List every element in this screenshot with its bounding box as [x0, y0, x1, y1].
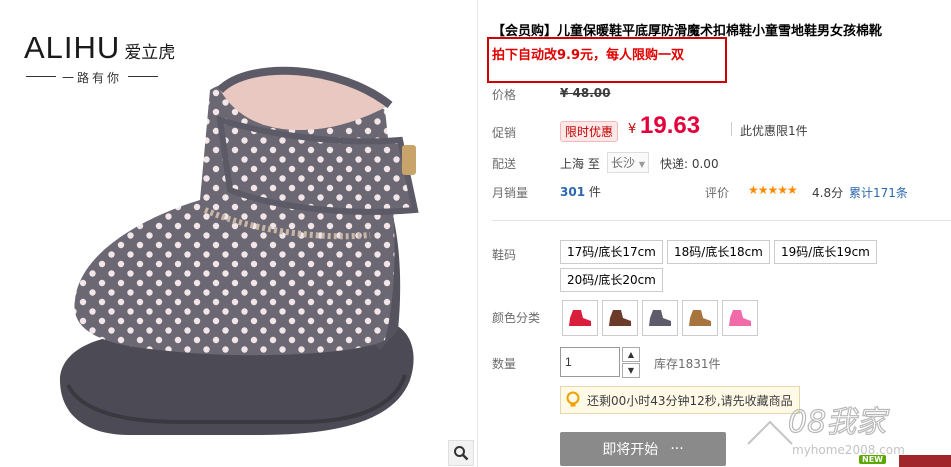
quantity-input[interactable]: [560, 347, 620, 377]
coming-soon-dots: ···: [670, 441, 684, 457]
quantity-increment-button[interactable]: ▲: [622, 347, 640, 362]
quantity-label: 数量: [492, 357, 517, 371]
size-option-17[interactable]: 17码/底长17cm: [560, 240, 663, 264]
stock-count: 库存1831件: [654, 357, 721, 371]
currency-symbol: ¥: [628, 122, 637, 137]
color-swatch-gray[interactable]: [642, 300, 678, 336]
ship-from-city: 上海 至: [560, 157, 600, 171]
color-swatch-brown[interactable]: [602, 300, 638, 336]
rating-stars-icon: ★★★★★: [748, 183, 798, 197]
color-swatch-tan[interactable]: [682, 300, 718, 336]
size-label: 鞋码: [492, 248, 517, 262]
monthly-sales-unit: 件: [588, 185, 601, 199]
rating-score: 4.8分: [812, 186, 844, 200]
promo-notice-box: 拍下自动改9.9元，每人限购一双: [487, 37, 727, 83]
product-image-panel: ALIHU 爱立虎 一路有你: [0, 0, 478, 467]
promotion-price: 19.63: [640, 112, 701, 139]
original-price: ¥ 48.00: [560, 86, 611, 100]
product-info-panel: 【会员购】儿童保暖鞋平底厚防滑魔术扣棉鞋小童雪地鞋男女孩棉靴 拍下自动改9.9元…: [487, 0, 951, 467]
watermark-text: 08我家: [788, 405, 890, 440]
price-divider: [731, 122, 732, 136]
monthly-sales-count: 301: [560, 185, 586, 199]
countdown-notice: 还剩00小时43分钟12秒,请先收藏商品: [560, 386, 800, 414]
monthly-sales: 301 件: [560, 183, 601, 200]
cart-button-edge[interactable]: [899, 455, 951, 467]
promo-notice-text: 拍下自动改9.9元，每人限购一双: [492, 48, 685, 63]
red-boot-icon: [569, 310, 591, 326]
section-divider: [492, 220, 951, 221]
monthly-sales-label: 月销量: [492, 186, 529, 200]
shipping-label: 配送: [492, 157, 517, 171]
magnifier-icon: [454, 446, 469, 461]
price-label: 价格: [492, 88, 517, 102]
offer-limit-note: 此优惠限1件: [740, 124, 808, 138]
watermark-url: myhome2008.com: [792, 443, 905, 457]
lightbulb-icon: [566, 391, 580, 407]
coming-soon-button[interactable]: 即将开始 ···: [560, 432, 726, 466]
limited-offer-badge: 限时优惠: [560, 121, 619, 142]
size-option-18[interactable]: 18码/底长18cm: [667, 240, 770, 264]
color-label: 颜色分类: [492, 311, 541, 325]
coming-soon-label: 即将开始: [602, 442, 659, 458]
color-swatch-red[interactable]: [562, 300, 598, 336]
zoom-button[interactable]: [448, 440, 474, 466]
gray-boot-icon: [649, 310, 671, 326]
tan-boot-icon: [689, 310, 711, 326]
product-boot-image: [60, 66, 419, 435]
countdown-text: 还剩00小时43分钟12秒,请先收藏商品: [587, 393, 793, 408]
color-swatch-pink[interactable]: [722, 300, 758, 336]
pink-boot-icon: [729, 310, 751, 326]
size-option-20[interactable]: 20码/底长20cm: [560, 268, 663, 292]
size-option-19[interactable]: 19码/底长19cm: [774, 240, 877, 264]
brown-boot-icon: [609, 310, 631, 326]
chevron-down-icon: ▼: [638, 160, 645, 169]
ship-to-city: 长沙: [611, 156, 636, 170]
rating-label: 评价: [705, 186, 730, 200]
review-count-link[interactable]: 累计171条: [849, 184, 908, 201]
quantity-decrement-button[interactable]: ▼: [622, 363, 640, 378]
promotion-label: 促销: [492, 126, 517, 140]
shipping-fee: 快递: 0.00: [660, 157, 719, 171]
ship-to-select[interactable]: 长沙 ▼: [607, 152, 649, 173]
new-badge: NEW: [859, 455, 886, 464]
